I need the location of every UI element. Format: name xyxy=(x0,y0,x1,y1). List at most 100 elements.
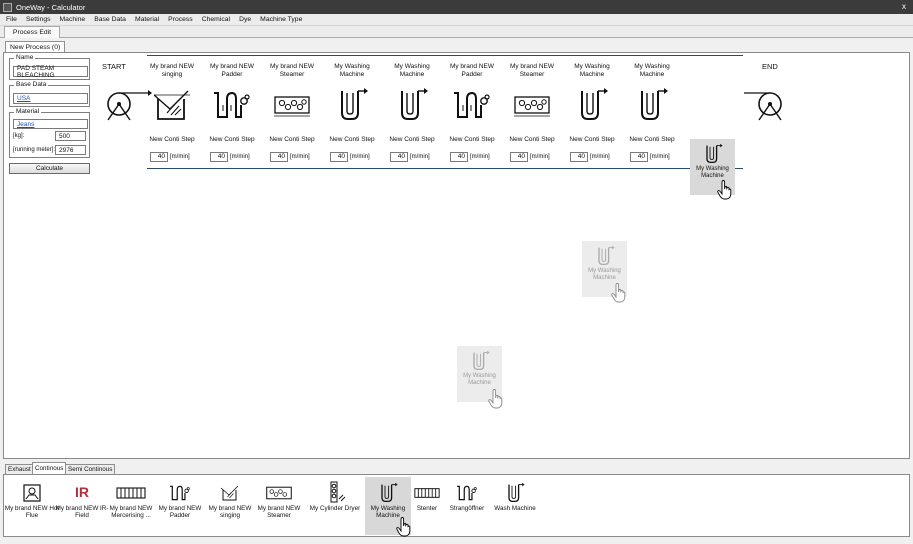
step-title: My brand NEW Padder xyxy=(449,63,495,78)
menu-dye[interactable]: Dye xyxy=(239,16,251,23)
speed-input[interactable]: 40 xyxy=(390,152,408,162)
washing-machine-icon xyxy=(401,88,428,120)
hot-flue-icon xyxy=(23,484,41,502)
drag-preview-label: My Washing Machine xyxy=(463,373,496,386)
padder-icon xyxy=(214,91,250,118)
strangoeffner-icon xyxy=(457,485,477,501)
menu-material[interactable]: Material xyxy=(135,16,159,23)
padder-icon xyxy=(170,485,190,501)
speed-input[interactable]: 40 xyxy=(150,152,168,162)
toolbox-item[interactable]: IR My brand NEW IR-Field xyxy=(56,477,109,533)
speed-input[interactable]: 40 xyxy=(270,152,288,162)
menu-bar: File Settings Machine Base Data Material… xyxy=(0,14,913,26)
step-title: My Washing Machine xyxy=(574,63,610,78)
step-subtitle: New Conti Step xyxy=(269,136,315,143)
menu-file[interactable]: File xyxy=(6,16,17,23)
step-subtitle: New Conti Step xyxy=(329,136,375,143)
material-field[interactable]: Jeans xyxy=(13,119,88,129)
app-icon xyxy=(3,2,12,12)
singing-icon xyxy=(154,90,190,120)
hand-cursor-icon xyxy=(611,283,626,303)
toolbox-item[interactable]: My brand NEW Mercerising ... xyxy=(106,477,156,533)
speed-input[interactable]: 40 xyxy=(210,152,228,162)
menu-machine[interactable]: Machine xyxy=(60,16,86,23)
calculate-button[interactable]: Calculate xyxy=(9,163,90,174)
tab-process-edit[interactable]: Process Edit xyxy=(4,26,60,38)
window-title: OneWay - Calculator xyxy=(16,2,86,12)
washing-machine-icon xyxy=(581,88,608,120)
ir-field-icon: IR xyxy=(75,484,89,501)
step-title: My brand NEW Steamer xyxy=(509,63,555,78)
toolbox-item[interactable]: My brand NEW Steamer xyxy=(254,477,304,533)
padder-icon xyxy=(454,91,490,118)
toolbox-item-label: My brand NEW Steamer xyxy=(257,505,301,520)
speed-unit: [m/min] xyxy=(350,154,370,160)
speed-input[interactable]: 40 xyxy=(510,152,528,162)
step-title: My brand NEW singing xyxy=(149,63,195,78)
tab-continous[interactable]: Continous xyxy=(32,462,67,474)
speed-input[interactable]: 40 xyxy=(630,152,648,162)
menu-settings[interactable]: Settings xyxy=(26,16,51,23)
step-title: My brand NEW Padder xyxy=(209,63,255,78)
speed-input[interactable]: 40 xyxy=(330,152,348,162)
material-link[interactable]: Jeans xyxy=(17,121,34,128)
kg-input[interactable]: 500 xyxy=(55,131,86,141)
tab-semi-continous[interactable]: Semi Continous xyxy=(65,464,116,474)
washing-machine-icon xyxy=(597,245,615,266)
toolbox-item[interactable]: My brand NEW Padder xyxy=(155,477,205,533)
tab-new-process[interactable]: New Process (0) xyxy=(5,41,66,52)
name-group-title: Name xyxy=(14,54,36,61)
speed-unit: [m/min] xyxy=(650,154,670,160)
drag-preview-label: My Washing Machine xyxy=(588,268,621,281)
close-button[interactable]: x xyxy=(902,2,906,11)
toolbox-item[interactable]: Wash Machine xyxy=(490,477,540,533)
tab-exhaust[interactable]: Exhaust xyxy=(5,464,34,474)
washing-machine-icon xyxy=(341,88,368,120)
menu-process[interactable]: Process xyxy=(168,16,193,23)
hand-cursor-icon xyxy=(488,389,503,409)
washing-machine-icon xyxy=(705,143,723,164)
step-title: My Washing Machine xyxy=(394,63,430,78)
washing-machine-icon xyxy=(641,88,668,120)
wash-machine-icon xyxy=(508,482,525,503)
title-bar: OneWay - Calculator x xyxy=(0,0,913,14)
speed-unit: [m/min] xyxy=(290,154,310,160)
speed-input[interactable]: 40 xyxy=(570,152,588,162)
name-field[interactable]: PAD STEAM BLEACHING xyxy=(13,65,88,79)
base-data-field[interactable]: USA xyxy=(13,93,88,104)
menu-machine-type[interactable]: Machine Type xyxy=(260,16,302,23)
name-group: Name PAD STEAM BLEACHING xyxy=(9,54,90,80)
washing-machine-icon xyxy=(472,350,490,371)
speed-input[interactable]: 40 xyxy=(450,152,468,162)
toolbox-item[interactable]: Strangöffner xyxy=(442,477,492,533)
menu-chemical[interactable]: Chemical xyxy=(202,16,230,23)
singing-icon xyxy=(220,485,239,501)
toolbox-item[interactable]: My Cylinder Dryer xyxy=(307,477,363,533)
step-subtitle: New Conti Step xyxy=(629,136,675,143)
process-canvas[interactable]: Name PAD STEAM BLEACHING Base Data USA M… xyxy=(3,52,910,459)
speed-unit: [m/min] xyxy=(410,154,430,160)
base-data-group-title: Base Data xyxy=(14,81,49,88)
kg-label: [kg]: xyxy=(13,133,25,139)
running-meter-input[interactable]: 2976 xyxy=(55,145,86,155)
speed-unit: [m/min] xyxy=(530,154,550,160)
step-subtitle: New Conti Step xyxy=(509,136,555,143)
steamer-icon xyxy=(514,96,550,117)
step-subtitle: New Conti Step xyxy=(449,136,495,143)
menu-base-data[interactable]: Base Data xyxy=(94,16,126,23)
speed-unit: [m/min] xyxy=(470,154,490,160)
toolbox-item[interactable]: My brand NEW Hot Flue xyxy=(5,477,59,533)
step-title: My brand NEW Steamer xyxy=(269,63,315,78)
base-data-link[interactable]: USA xyxy=(17,95,30,102)
toolbox-item-label: My Cylinder Dryer xyxy=(309,505,361,512)
drag-preview-label: My Washing Machine xyxy=(696,166,729,179)
speed-unit: [m/min] xyxy=(590,154,610,160)
mercerising-icon xyxy=(116,487,146,499)
speed-unit: [m/min] xyxy=(170,154,190,160)
document-tabs: New Process (0) xyxy=(0,38,913,52)
base-data-group: Base Data USA xyxy=(9,81,90,107)
step-subtitle: New Conti Step xyxy=(149,136,195,143)
stenter-icon xyxy=(414,488,440,498)
washing-machine-icon xyxy=(381,482,398,503)
toolbox-item[interactable]: My brand NEW singing xyxy=(205,477,255,533)
